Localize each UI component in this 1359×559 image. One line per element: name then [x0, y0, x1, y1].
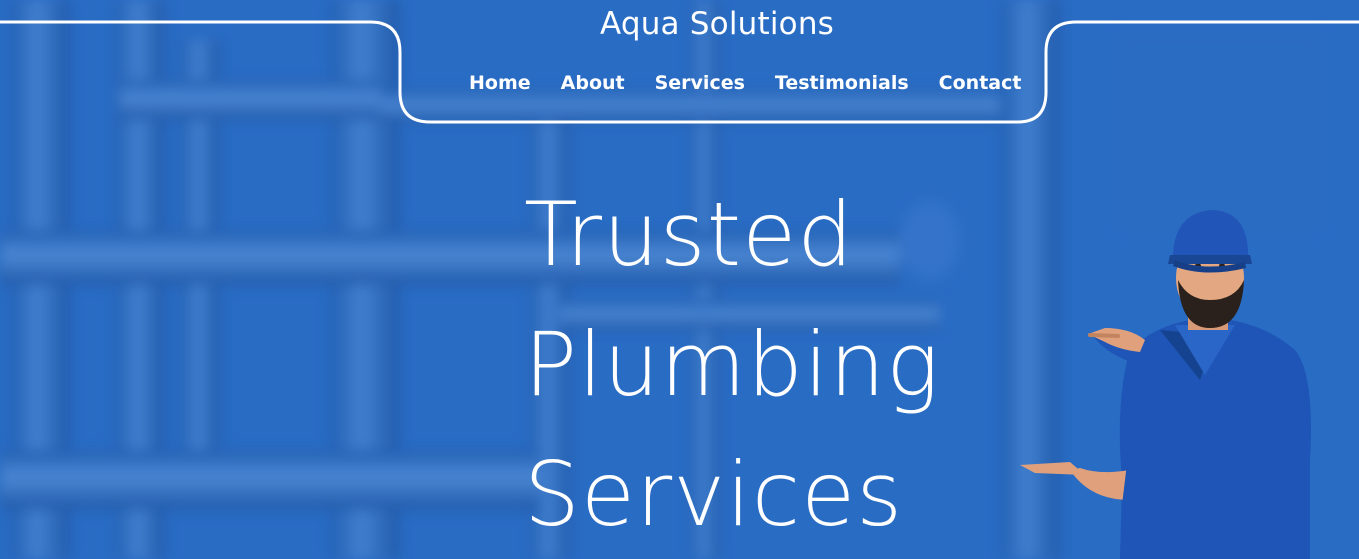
- headline-line-2: Plumbing: [524, 313, 940, 416]
- brand-logo-text[interactable]: Aqua Solutions: [0, 6, 1359, 42]
- plumber-pointing-image: [1020, 210, 1311, 559]
- nav-link-testimonials[interactable]: Testimonials: [775, 72, 909, 94]
- nav-link-services[interactable]: Services: [655, 72, 745, 94]
- hero-section: Aqua Solutions Home About Services Testi…: [0, 0, 1359, 559]
- hero-headline: Trusted Plumbing Services: [524, 170, 940, 559]
- main-nav: Home About Services Testimonials Contact: [469, 72, 1051, 94]
- headline-line-3: Services: [524, 443, 904, 546]
- nav-link-contact[interactable]: Contact: [939, 72, 1022, 94]
- nav-link-home[interactable]: Home: [469, 72, 531, 94]
- nav-link-about[interactable]: About: [561, 72, 625, 94]
- headline-line-1: Trusted: [524, 183, 855, 286]
